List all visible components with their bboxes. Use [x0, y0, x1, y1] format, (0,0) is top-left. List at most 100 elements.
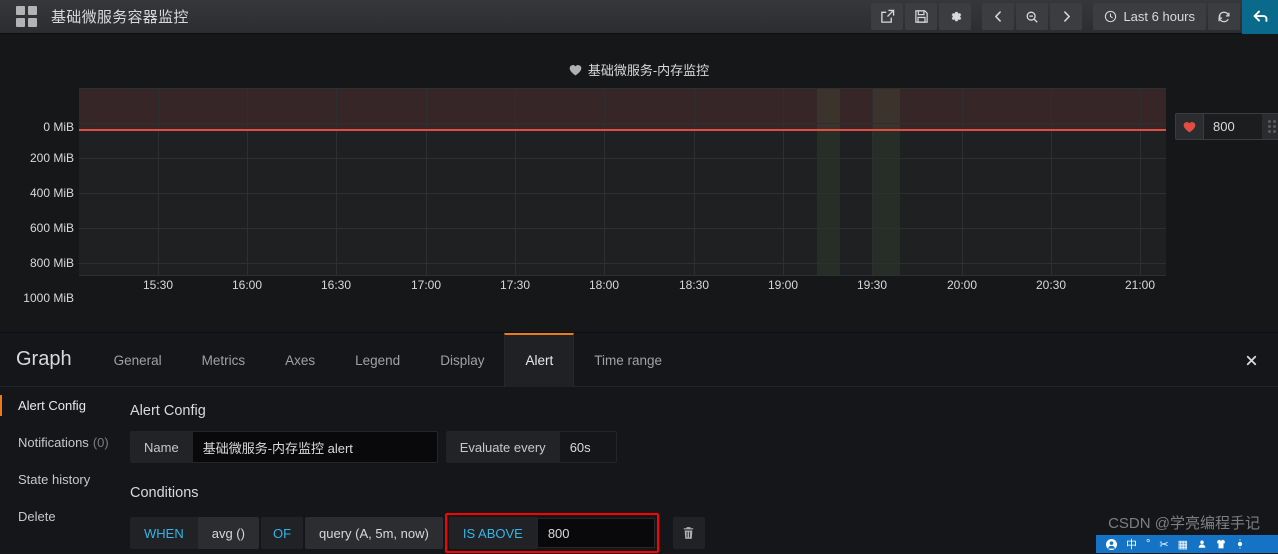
gridline-horizontal: [79, 263, 1166, 264]
gridline-vertical: [872, 88, 873, 276]
condition-threshold-input[interactable]: 800: [536, 518, 655, 548]
keyboard-icon[interactable]: ▦: [1178, 538, 1188, 551]
panel-editor: Graph General Metrics Axes Legend Displa…: [0, 332, 1278, 553]
x-tick-label: 17:30: [499, 278, 531, 292]
sidebar-item-notifications[interactable]: Notifications (0): [0, 424, 114, 461]
sidebar-item-label: State history: [18, 472, 91, 487]
settings-icon[interactable]: [1235, 539, 1245, 549]
x-tick-label: 20:30: [1035, 278, 1067, 292]
y-tick-label: 200 MiB: [29, 151, 74, 165]
trash-icon[interactable]: [672, 517, 705, 549]
gridline-horizontal: [79, 275, 1166, 276]
evaluate-every-input[interactable]: 60s: [559, 431, 617, 463]
gridline-vertical: [962, 88, 963, 276]
zoom-out-button[interactable]: [1016, 3, 1049, 30]
dashboard-settings-button[interactable]: [939, 3, 972, 30]
gridline-vertical: [158, 88, 159, 276]
condition-reducer-select[interactable]: avg (): [197, 517, 259, 549]
tab-legend[interactable]: Legend: [335, 333, 420, 387]
grip-dot: [1273, 120, 1276, 123]
alert-editor-sidebar: Alert Config Notifications (0) State his…: [0, 387, 114, 554]
tab-general[interactable]: General: [94, 333, 182, 387]
threshold-line[interactable]: [79, 129, 1166, 131]
grid-cell: [16, 18, 25, 27]
tab-metrics[interactable]: Metrics: [182, 333, 266, 387]
plot-area-wrapper: 0 MiB 200 MiB 400 MiB 600 MiB 800 MiB 10…: [0, 82, 1278, 358]
gridline-horizontal: [79, 88, 1166, 89]
close-icon[interactable]: [1240, 349, 1262, 371]
tab-time-range[interactable]: Time range: [574, 333, 682, 387]
x-tick-label: 19:00: [767, 278, 799, 292]
grip-dot: [1273, 130, 1276, 133]
alert-name-input[interactable]: 基础微服务-内存监控 alert: [192, 431, 438, 463]
gridline-vertical: [783, 88, 784, 276]
share-dashboard-button[interactable]: [871, 3, 904, 30]
shirt-icon[interactable]: [1216, 539, 1226, 549]
alert-config-panel: Alert Config Name 基础微服务-内存监控 alert Evalu…: [114, 387, 1278, 554]
panel-header[interactable]: 基础微服务-内存监控: [0, 60, 1278, 79]
gridline-vertical: [515, 88, 516, 276]
condition-query-select[interactable]: query (A, 5m, now): [305, 517, 443, 549]
sidebar-item-alert-config[interactable]: Alert Config: [0, 387, 114, 424]
y-tick-label: 600 MiB: [29, 221, 74, 235]
evaluate-every-label: Evaluate every: [445, 431, 560, 463]
sidebar-item-state-history[interactable]: State history: [0, 461, 114, 498]
y-axis-labels: 0 MiB 200 MiB 400 MiB 600 MiB 800 MiB 10…: [0, 82, 74, 305]
user-avatar-icon[interactable]: [1106, 538, 1117, 550]
sidebar-item-delete[interactable]: Delete: [0, 498, 114, 535]
tab-alert[interactable]: Alert: [504, 332, 575, 387]
save-dashboard-button[interactable]: [905, 3, 938, 30]
threshold-drag-grip[interactable]: [1262, 114, 1278, 139]
ime-chinese-icon[interactable]: 中: [1126, 536, 1137, 552]
x-tick-label: 18:00: [588, 278, 620, 292]
gridline-horizontal: [79, 123, 1166, 124]
threshold-handle[interactable]: 800: [1175, 113, 1278, 140]
graph-panel: 基础微服务-内存监控 0 MiB 200 MiB 400 MiB 600 MiB…: [0, 34, 1278, 358]
notifications-count: (0): [92, 435, 109, 450]
threshold-value-input[interactable]: 800: [1204, 114, 1262, 139]
y-tick-label: 400 MiB: [29, 186, 74, 200]
time-shift-forward-button[interactable]: [1050, 3, 1083, 30]
gridline-vertical: [1051, 88, 1052, 276]
chart-plot-area[interactable]: [79, 88, 1166, 276]
grip-dot: [1268, 120, 1271, 123]
os-taskbar: 中 ° ✂ ▦: [1096, 535, 1278, 553]
top-navbar: 基础微服务容器监控 Last 6 hours: [0, 0, 1278, 34]
x-tick-label: 16:30: [320, 278, 352, 292]
grip-dot: [1273, 125, 1276, 128]
broken-heart-icon: [1176, 114, 1204, 139]
tab-display[interactable]: Display: [420, 333, 504, 387]
gridline-vertical: [426, 88, 427, 276]
x-tick-label: 21:00: [1124, 278, 1156, 292]
gridline-vertical: [604, 88, 605, 276]
contacts-icon[interactable]: [1197, 539, 1207, 549]
refresh-button[interactable]: [1208, 3, 1240, 30]
evaluate-every-field-group: Evaluate every 60s: [445, 431, 617, 463]
x-tick-label: 18:30: [678, 278, 710, 292]
panel-title-text: 基础微服务-内存监控: [587, 63, 710, 78]
condition-when-label: WHEN: [130, 517, 198, 549]
dashboard-grid-icon[interactable]: [16, 6, 37, 27]
tab-axes[interactable]: Axes: [265, 333, 335, 387]
x-axis-labels: 15:30 16:00 16:30 17:00 17:30 18:00 18:3…: [0, 278, 1278, 302]
alert-config-title: Alert Config: [130, 403, 206, 419]
dashboard-title: 基础微服务容器监控: [51, 9, 189, 26]
condition-evaluator-label[interactable]: IS ABOVE: [448, 517, 537, 549]
gridline-vertical: [336, 88, 337, 276]
time-range-picker[interactable]: Last 6 hours: [1093, 3, 1206, 30]
gridline-vertical: [247, 88, 248, 276]
back-to-dashboard-button[interactable]: [1242, 0, 1278, 34]
x-tick-label: 16:00: [231, 278, 263, 292]
weather-icon[interactable]: °: [1146, 538, 1150, 550]
editor-tab-bar: Graph General Metrics Axes Legend Displa…: [0, 332, 1278, 387]
clock-icon: [1104, 10, 1117, 23]
alert-config-row: Name 基础微服务-内存监控 alert Evaluate every 60s: [130, 431, 1278, 463]
conditions-title: Conditions: [130, 485, 199, 501]
grip-dot: [1268, 125, 1271, 128]
x-tick-label: 20:00: [946, 278, 978, 292]
grid-cell: [16, 6, 25, 15]
scissors-icon[interactable]: ✂: [1159, 538, 1168, 551]
sidebar-item-label: Delete: [18, 509, 56, 524]
time-shift-back-button[interactable]: [982, 3, 1015, 30]
x-tick-label: 15:30: [142, 278, 174, 292]
